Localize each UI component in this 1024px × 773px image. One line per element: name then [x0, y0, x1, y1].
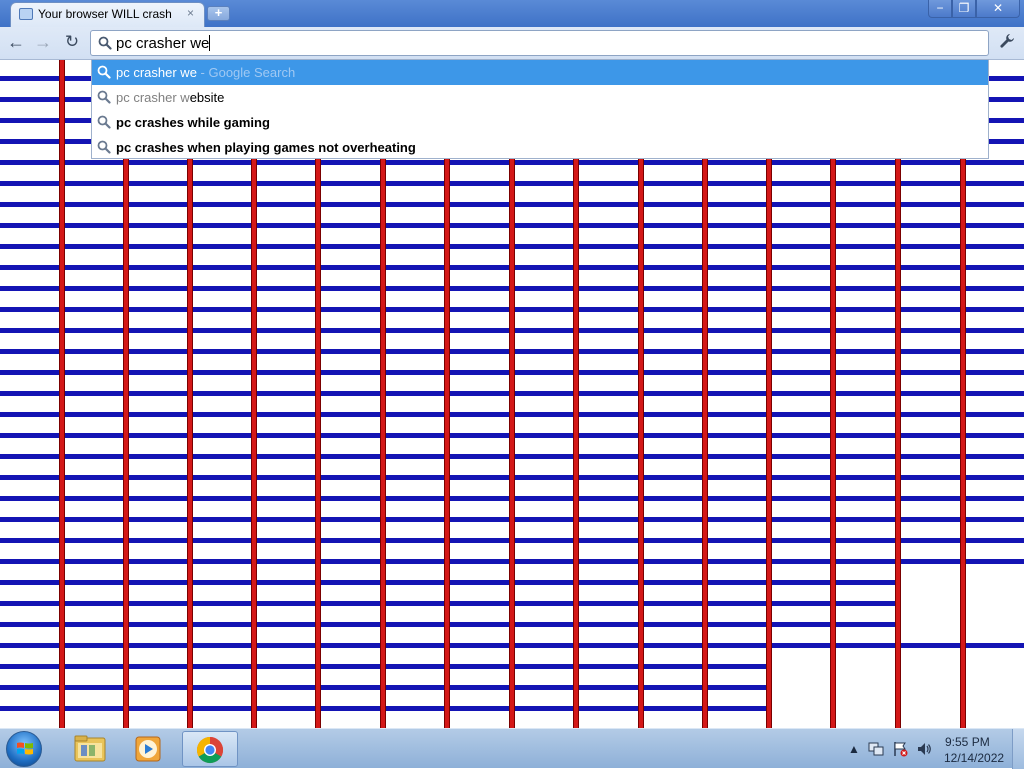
tab-close-icon[interactable]: × [187, 6, 194, 20]
grid-vertical-line [315, 60, 321, 728]
text-caret [209, 35, 211, 51]
grid-vertical-line [380, 60, 386, 728]
new-tab-button[interactable]: + [207, 6, 230, 21]
grid-vertical-line [123, 60, 129, 728]
taskbar-explorer-button[interactable] [62, 731, 118, 767]
grid-vertical-line [59, 60, 65, 728]
page-content [0, 60, 1024, 728]
suggestion-typed: pc crasher w [116, 90, 190, 105]
windows-taskbar: ▲ 9:55 PM 12/14/2022 [0, 728, 1024, 769]
suggestion-item[interactable]: pc crasher website [92, 85, 988, 110]
grid-vertical-line [251, 60, 257, 728]
action-center-icon[interactable] [892, 741, 908, 757]
grid-vertical-line [187, 60, 193, 728]
browser-title-bar: Your browser WILL crash × + − ❐ ✕ [0, 0, 1024, 27]
suggestion-item[interactable]: pc crashes while gaming [92, 110, 988, 135]
grid-vertical-line [960, 60, 966, 728]
search-icon [97, 115, 111, 129]
crash-grid-pattern [0, 60, 1024, 728]
suggestion-item[interactable]: pc crasher we - Google Search [92, 60, 988, 85]
browser-toolbar: ← → ↻ pc crasher we [0, 27, 1024, 60]
suggestion-completion: pc crashes when playing games not overhe… [116, 140, 416, 155]
network-icon[interactable] [868, 741, 884, 757]
grid-vertical-line [573, 60, 579, 728]
start-button[interactable] [6, 731, 42, 767]
wrench-icon [1000, 34, 1014, 48]
show-desktop-button[interactable] [1012, 729, 1024, 769]
windows-logo-icon [17, 742, 33, 755]
reload-button[interactable]: ↻ [61, 33, 83, 53]
chrome-icon [196, 736, 224, 764]
clock-time[interactable]: 9:55 PM [945, 735, 990, 749]
taskbar-chrome-button[interactable] [182, 731, 238, 767]
close-window-button[interactable]: ✕ [976, 0, 1020, 18]
omnibox-suggestion-dropdown: pc crasher we - Google Search pc crasher… [91, 59, 989, 159]
suggestion-typed: pc crasher we [116, 65, 197, 80]
address-bar-text: pc crasher we [116, 35, 210, 52]
taskbar-media-player-button[interactable] [121, 731, 177, 767]
suggestion-item[interactable]: pc crashes when playing games not overhe… [92, 135, 988, 160]
grid-vertical-line [702, 60, 708, 728]
wrench-menu-button[interactable] [997, 33, 1017, 53]
grid-vertical-line [509, 60, 515, 728]
show-hidden-icons-icon[interactable]: ▲ [848, 742, 860, 756]
tab-title: Your browser WILL crash [38, 7, 172, 21]
grid-vertical-line [830, 60, 836, 728]
grid-vertical-line [638, 60, 644, 728]
minimize-button[interactable]: − [928, 0, 952, 18]
search-icon [97, 90, 111, 104]
media-player-icon [135, 736, 161, 762]
maximize-button[interactable]: ❐ [952, 0, 976, 18]
browser-tab[interactable]: Your browser WILL crash × [10, 2, 205, 27]
search-icon [97, 140, 111, 154]
suggestion-completion: pc crashes while gaming [116, 115, 270, 130]
search-icon [97, 65, 111, 79]
suggestion-hint: - Google Search [196, 65, 296, 80]
volume-icon[interactable] [916, 741, 932, 757]
grid-vertical-line [766, 60, 772, 728]
grid-vertical-line [895, 60, 901, 728]
address-bar[interactable]: pc crasher we [90, 30, 989, 56]
clock-date[interactable]: 12/14/2022 [944, 751, 1004, 765]
back-button[interactable]: ← [5, 33, 27, 53]
page-favicon-icon [19, 8, 33, 20]
search-icon [98, 36, 112, 50]
suggestion-completion: ebsite [189, 90, 225, 105]
folder-icon [74, 735, 106, 762]
forward-button[interactable]: → [32, 33, 54, 53]
grid-vertical-line [444, 60, 450, 728]
